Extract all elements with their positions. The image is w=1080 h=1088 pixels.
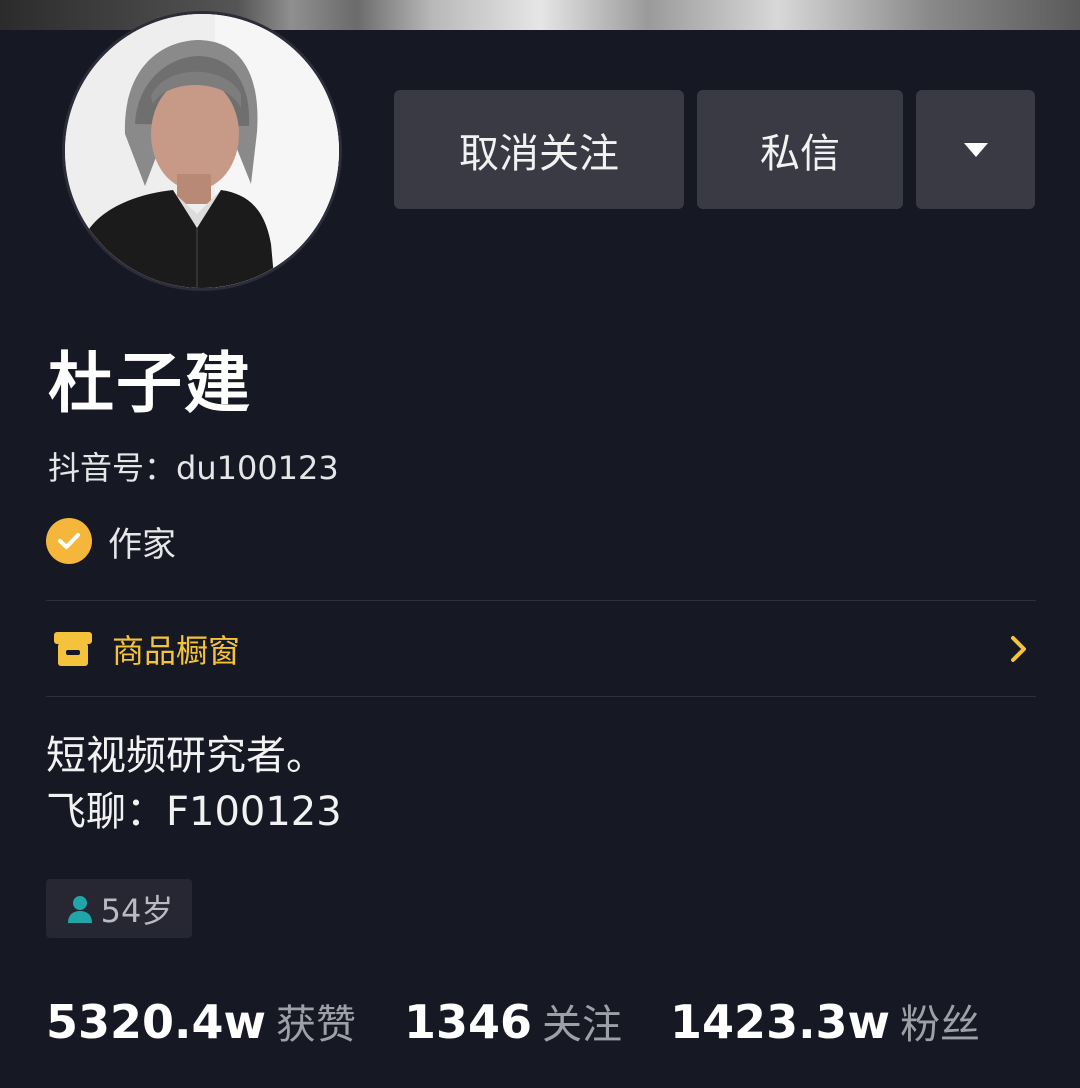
stat-label: 关注 xyxy=(542,1002,623,1048)
profile-name: 杜子建 xyxy=(48,345,252,422)
shop-window-label: 商品橱窗 xyxy=(112,632,241,670)
stat-label: 获赞 xyxy=(276,1002,357,1048)
shop-window-row[interactable]: 商品橱窗 xyxy=(46,602,1036,696)
unfollow-button[interactable]: 取消关注 xyxy=(394,90,684,209)
divider xyxy=(46,600,1036,601)
message-button[interactable]: 私信 xyxy=(697,90,903,209)
stats-row: 5320.4w 获赞 1346 关注 1423.3w 粉丝 xyxy=(46,992,1028,1054)
more-button[interactable] xyxy=(916,90,1035,209)
bio-line-1: 短视频研究者。 xyxy=(46,733,326,779)
stat-label: 粉丝 xyxy=(900,1002,981,1048)
chevron-right-icon xyxy=(1011,636,1026,662)
message-button-label: 私信 xyxy=(760,130,840,177)
verification-row: 作家 xyxy=(46,517,176,565)
verified-check-icon xyxy=(46,518,92,564)
age-label: 54岁 xyxy=(100,891,174,930)
avatar-portrait xyxy=(65,14,339,288)
stat-value: 1346 xyxy=(404,995,533,1049)
douyin-id: 抖音号：du100123 xyxy=(48,449,339,487)
person-icon xyxy=(67,895,92,923)
stat-followers[interactable]: 1423.3w 粉丝 xyxy=(670,992,980,1050)
age-tag: 54岁 xyxy=(46,879,192,938)
stat-likes[interactable]: 5320.4w 获赞 xyxy=(46,992,356,1050)
unfollow-button-label: 取消关注 xyxy=(459,130,619,177)
avatar[interactable] xyxy=(62,11,342,291)
stat-value: 5320.4w xyxy=(46,995,267,1049)
bio: 短视频研究者。 飞聊：F100123 xyxy=(46,728,342,840)
bio-line-2: 飞聊：F100123 xyxy=(46,789,342,835)
caret-down-icon xyxy=(963,142,988,157)
shop-icon xyxy=(54,632,92,666)
stat-following[interactable]: 1346 关注 xyxy=(404,992,622,1050)
divider xyxy=(46,696,1036,697)
stat-value: 1423.3w xyxy=(670,995,891,1049)
verification-label: 作家 xyxy=(108,524,176,565)
